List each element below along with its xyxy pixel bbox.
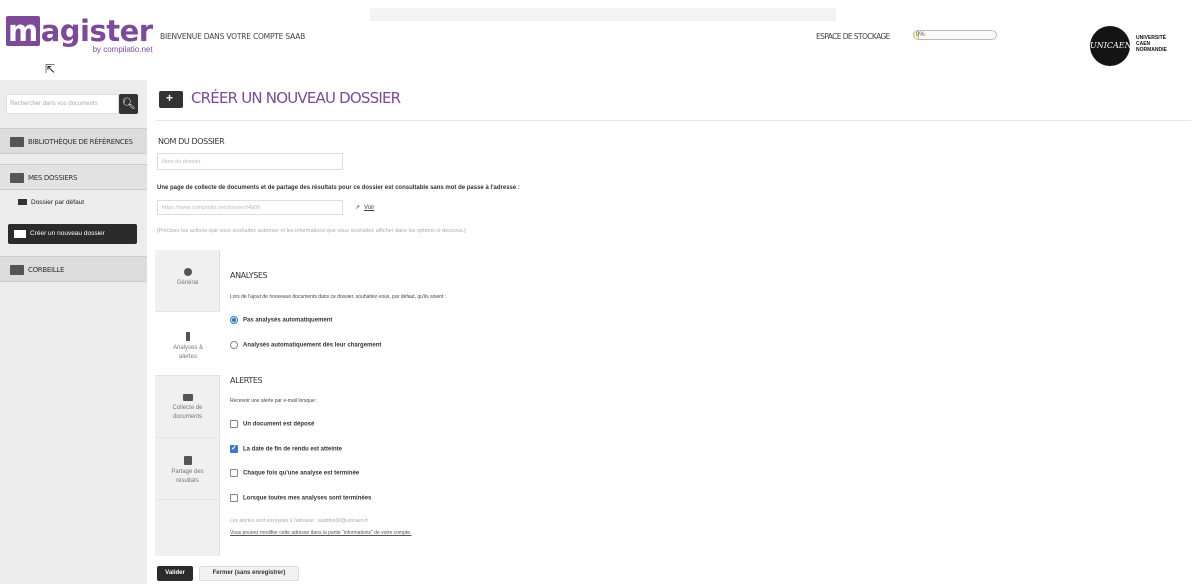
mouse-cursor-icon: ⇱ [45,62,56,76]
alert-email-note: Les alertes sont envoyées à l'adresse : … [230,518,369,524]
logo-text: agister [40,14,153,48]
create-folder-button[interactable]: Créer un nouveau dossier [8,224,137,244]
external-link-icon: ↗ [355,205,361,211]
sidebar: Rechercher dans vos documents 🔍︎ BIBLIOT… [0,80,147,584]
university-name: UNIVERSITÉ CAEN NORMANDIE [1136,35,1167,53]
folder-name-input[interactable]: Nom du dossier [157,153,343,170]
folder-plus-icon [14,230,26,238]
sidebar-item-label: MES DOSSIERS [28,174,78,182]
trash-icon [10,265,24,275]
globe-icon [183,268,192,276]
inbox-icon [182,394,193,401]
top-bar [370,8,836,21]
checkbox[interactable] [230,469,238,477]
search-button[interactable]: 🔍︎ [119,94,138,114]
radio-button[interactable] [230,341,238,349]
new-folder-icon [159,91,183,108]
collect-url-field[interactable]: https://www.compilatio.net/dossier/f4b09 [157,200,343,215]
sidebar-item-mes-dossiers[interactable]: MES DOSSIERS [0,164,147,190]
alert-due-date-reached[interactable]: La date de fin de rendu est atteinte [230,444,343,453]
tab-label: Partage des résultats [171,469,204,484]
sidebar-subitem-label: Dossier par défaut [31,199,85,206]
tab-general[interactable]: Général [155,250,220,312]
checkbox[interactable] [230,494,238,502]
alert-document-deposited[interactable]: Un document est déposé [230,420,314,428]
radio-option-auto-analysed[interactable]: Analysés automatiquement dès leur charge… [230,341,381,349]
alertes-heading: ALERTES [230,376,263,385]
search-input[interactable]: Rechercher dans vos documents [6,94,119,114]
settings-tabs: Général Analyses & alertes Collecte de d… [155,250,221,556]
checkbox-label: La date de fin de rendu est atteinte [243,446,343,453]
welcome-message: BIENVENUE DANS VOTRE COMPTE SAAB [160,32,306,41]
alert-all-analyses-done[interactable]: Lorsque toutes mes analyses sont terminé… [230,494,371,502]
lamp-icon [186,332,190,341]
sidebar-subitem-dossier-defaut[interactable]: Dossier par défaut [18,199,84,206]
folder-open-icon [18,199,27,206]
radio-label: Analysés automatiquement dès leur charge… [243,342,382,349]
tab-label: Collecte de documents [172,405,203,420]
radio-label: Pas analysés automatiquement [243,317,333,324]
radio-option-not-analysed[interactable]: Pas analysés automatiquement [230,316,332,324]
storage-label: ESPACE DE STOCKAGE [816,32,890,41]
library-icon [10,137,24,147]
checkbox-label: Lorsque toutes mes analyses sont terminé… [243,495,372,502]
tab-partage-resultats[interactable]: Partage des résultats [155,438,220,500]
folder-name-label: NOM DU DOSSIER [158,137,225,146]
view-link[interactable]: ↗ Voir [355,204,374,211]
share-icon [183,456,192,465]
checkbox-label: Un document est déposé [243,421,315,428]
sidebar-item-label: BIBLIOTHÈQUE DE RÉFÉRENCES [28,138,133,146]
logo-letter: m [6,14,40,48]
magister-logo[interactable]: m agister by compilatio.net [6,16,153,54]
options-hint: [Précisez les actions que vous souhaitez… [157,228,466,234]
sidebar-item-bibliotheque[interactable]: BIBLIOTHÈQUE DE RÉFÉRENCES [0,128,147,154]
view-link-label: Voir [364,205,375,211]
page-title-text: CRÉER UN NOUVEAU DOSSIER [191,89,401,107]
title-divider [156,120,1191,121]
alert-each-analysis-done[interactable]: Chaque fois qu'une analyse est terminée [230,469,359,477]
sidebar-item-label: CORBEILLE [28,266,65,274]
change-email-link[interactable]: Vous pouvez modifier cette adresse dans … [230,530,411,536]
radio-button[interactable] [230,316,238,324]
create-folder-label: Créer un nouveau dossier [30,230,105,237]
tab-label: Général [176,280,199,286]
analyses-description: Lors de l'ajout de nouveaux documents da… [230,294,447,300]
sidebar-item-corbeille[interactable]: CORBEILLE [0,256,147,282]
university-logo[interactable]: UNICAEN [1090,26,1132,66]
checkbox-label: Chaque fois qu'une analyse est terminée [243,470,360,477]
checkbox[interactable] [230,420,238,428]
analyses-heading: ANALYSES [230,271,268,280]
tab-label: Analyses & alertes [172,345,203,360]
validate-button[interactable]: Valider [157,566,193,581]
checkbox[interactable] [230,444,238,453]
tab-analyses-alertes[interactable]: Analyses & alertes [155,312,221,376]
search-icon: 🔍︎ [121,98,136,110]
alertes-description: Recevoir une alerte par e-mail lorsque : [230,398,318,404]
storage-progress-bar: 0% [913,30,997,40]
storage-progress-fill: 0% [914,31,925,39]
header: m agister by compilatio.net BIENVENUE DAN… [0,0,1195,80]
tab-collecte-documents[interactable]: Collecte de documents [155,376,220,438]
folder-icon [10,173,24,183]
close-without-saving-button[interactable]: Fermer (sans enregistrer) [199,566,299,581]
collect-page-text: Une page de collecte de documents et de … [157,185,520,191]
